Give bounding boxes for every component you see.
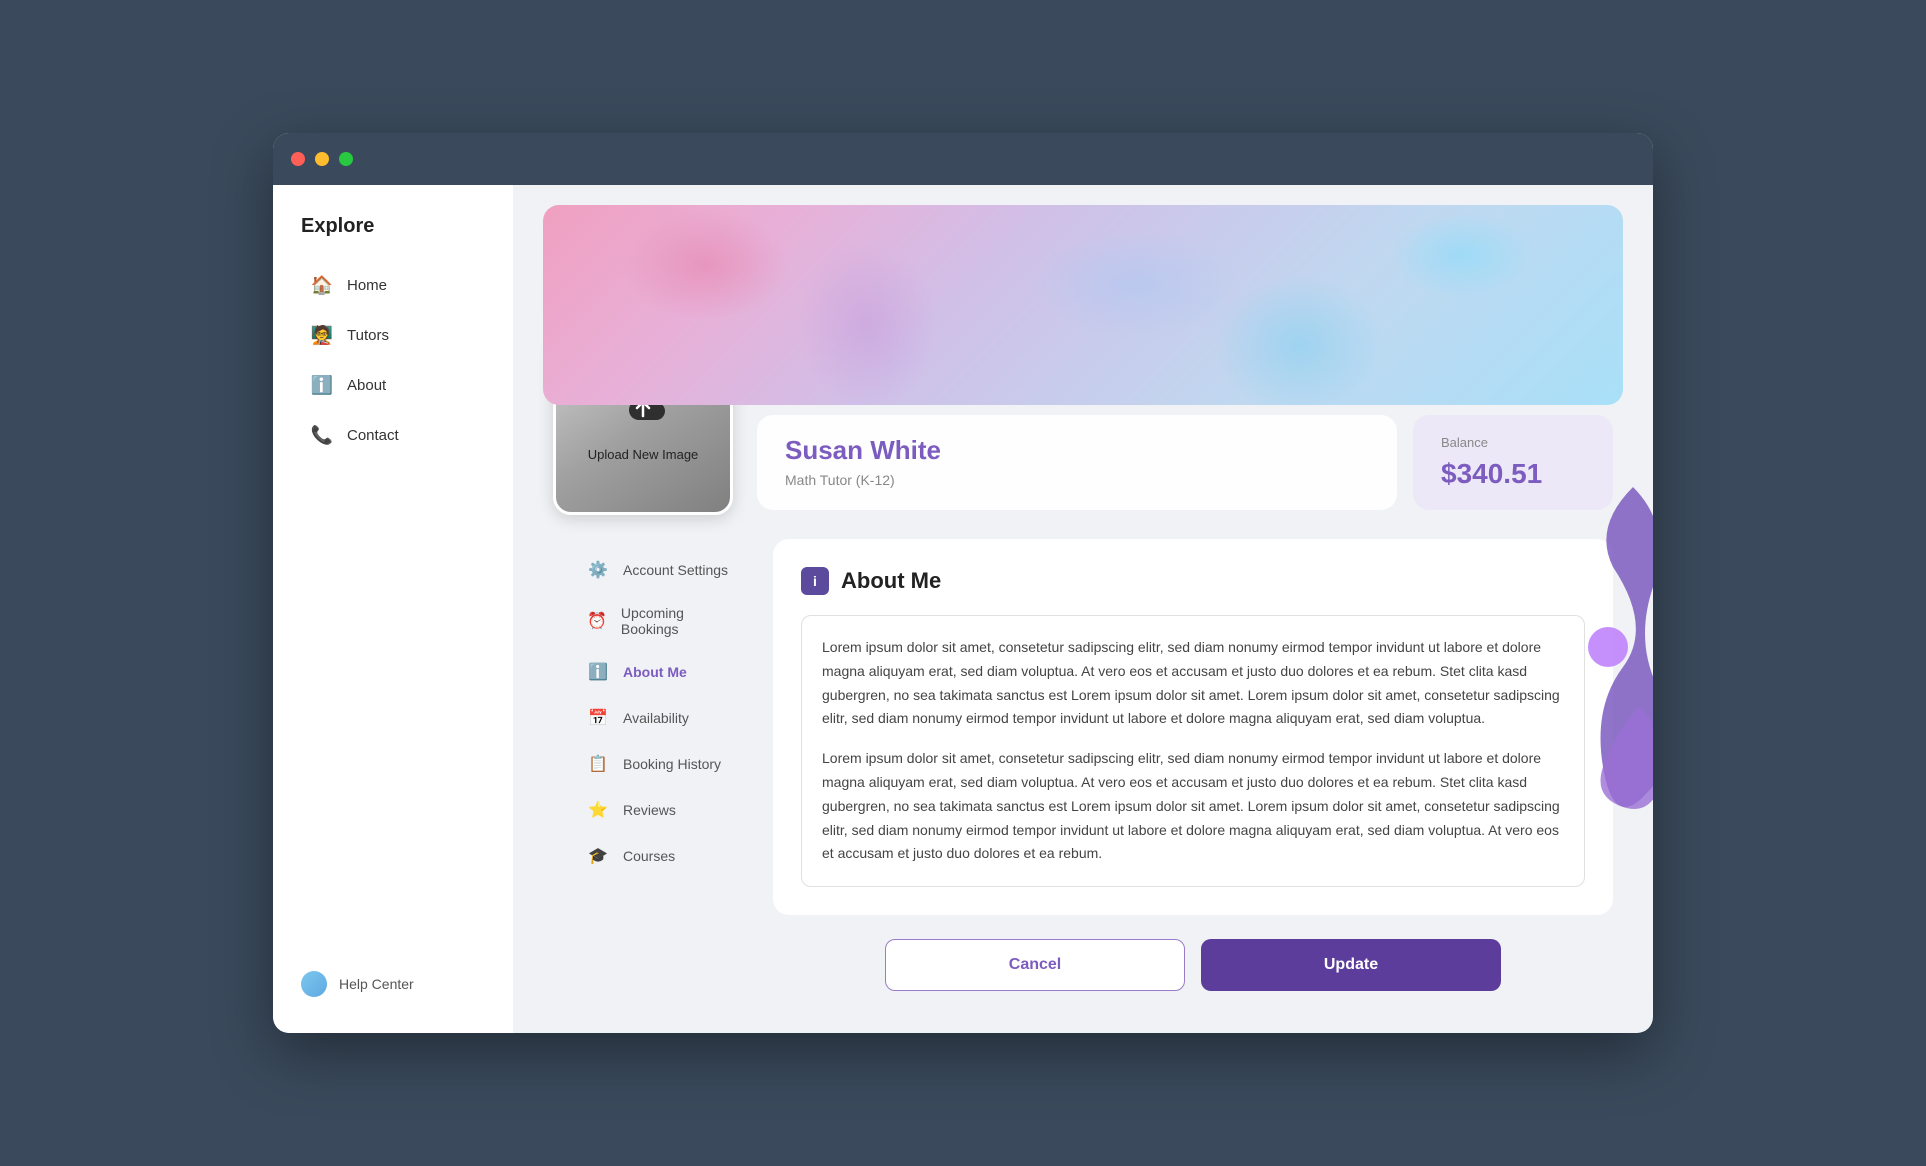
sub-nav-column: ⚙️ Account Settings ⏰ Upcoming Bookings … [543, 539, 763, 991]
sidebar-item-contact[interactable]: 📞 Contact [283, 412, 503, 458]
about-me-icon: i [801, 567, 829, 595]
profile-banner [543, 205, 1623, 405]
sub-nav-booking-history-label: Booking History [623, 756, 721, 772]
balance-label: Balance [1441, 435, 1585, 450]
content-column: i About Me Lorem ipsum dolor sit amet, c… [763, 539, 1623, 991]
sidebar-nav: 🏠 Home 🧑‍🏫 Tutors ℹ️ About 📞 Contact [273, 262, 513, 955]
sidebar-item-about[interactable]: ℹ️ About [283, 362, 503, 408]
sidebar-title: Explore [273, 215, 513, 238]
update-button[interactable]: Update [1201, 939, 1501, 991]
sub-nav-upcoming-bookings-label: Upcoming Bookings [621, 605, 729, 637]
sidebar-item-tutors[interactable]: 🧑‍🏫 Tutors [283, 312, 503, 358]
about-me-text-area[interactable]: Lorem ipsum dolor sit amet, consetetur s… [801, 615, 1585, 887]
tutors-icon: 🧑‍🏫 [311, 324, 333, 346]
sub-nav-about-me[interactable]: ℹ️ About Me [573, 651, 743, 693]
app-window: Explore 🏠 Home 🧑‍🏫 Tutors ℹ️ About 📞 Con… [273, 133, 1653, 1033]
sub-nav-account-settings[interactable]: ⚙️ Account Settings [573, 549, 743, 591]
help-icon [301, 971, 327, 997]
about-paragraph-2: Lorem ipsum dolor sit amet, consetetur s… [822, 747, 1564, 866]
sub-nav-availability[interactable]: 📅 Availability [573, 697, 743, 739]
minimize-button[interactable] [315, 152, 329, 166]
help-center[interactable]: Help Center [273, 955, 513, 1013]
info-icon: ℹ️ [587, 661, 609, 683]
titlebar [273, 133, 1653, 185]
banner-decoration [543, 205, 1623, 405]
about-paragraph-1: Lorem ipsum dolor sit amet, consetetur s… [822, 636, 1564, 731]
sub-nav-courses-label: Courses [623, 848, 675, 864]
sub-nav: ⚙️ Account Settings ⏰ Upcoming Bookings … [553, 549, 763, 877]
sub-nav-account-settings-label: Account Settings [623, 562, 728, 578]
main-area: Upload New Image Susan White Math Tutor … [513, 185, 1653, 1033]
profile-name-card: Susan White Math Tutor (K-12) [757, 415, 1397, 510]
sub-nav-reviews-label: Reviews [623, 802, 676, 818]
sidebar-item-tutors-label: Tutors [347, 327, 389, 344]
about-me-section: i About Me Lorem ipsum dolor sit amet, c… [773, 539, 1613, 915]
sub-nav-about-me-label: About Me [623, 664, 687, 680]
maximize-button[interactable] [339, 152, 353, 166]
sidebar-item-home-label: Home [347, 277, 387, 294]
home-icon: 🏠 [311, 274, 333, 296]
main-content: Explore 🏠 Home 🧑‍🏫 Tutors ℹ️ About 📞 Con… [273, 185, 1653, 1033]
sub-nav-reviews[interactable]: ⭐ Reviews [573, 789, 743, 831]
sidebar-item-contact-label: Contact [347, 427, 399, 444]
settings-icon: ⚙️ [587, 559, 609, 581]
courses-icon: 🎓 [587, 845, 609, 867]
sidebar-item-about-label: About [347, 377, 386, 394]
help-label: Help Center [339, 976, 414, 992]
sidebar-item-home[interactable]: 🏠 Home [283, 262, 503, 308]
sidebar: Explore 🏠 Home 🧑‍🏫 Tutors ℹ️ About 📞 Con… [273, 185, 513, 1033]
sub-nav-courses[interactable]: 🎓 Courses [573, 835, 743, 877]
sub-nav-availability-label: Availability [623, 710, 689, 726]
balance-card: Balance $340.51 [1413, 415, 1613, 510]
balance-amount: $340.51 [1441, 458, 1585, 490]
about-me-title: About Me [841, 568, 941, 594]
calendar-icon: 📅 [587, 707, 609, 729]
about-icon: ℹ️ [311, 374, 333, 396]
upload-text: Upload New Image [588, 447, 699, 462]
profile-info-row: Susan White Math Tutor (K-12) Balance $3… [757, 415, 1613, 510]
about-header: i About Me [801, 567, 1585, 595]
contact-icon: 📞 [311, 424, 333, 446]
profile-role: Math Tutor (K-12) [785, 472, 1369, 488]
sub-nav-upcoming-bookings[interactable]: ⏰ Upcoming Bookings [573, 595, 743, 647]
clock-icon: ⏰ [587, 610, 607, 632]
star-icon: ⭐ [587, 799, 609, 821]
sub-nav-booking-history[interactable]: 📋 Booking History [573, 743, 743, 785]
close-button[interactable] [291, 152, 305, 166]
action-buttons: Cancel Update [773, 939, 1613, 991]
list-icon: 📋 [587, 753, 609, 775]
middle-section: ⚙️ Account Settings ⏰ Upcoming Bookings … [543, 539, 1623, 991]
profile-name: Susan White [785, 435, 1369, 466]
cancel-button[interactable]: Cancel [885, 939, 1185, 991]
